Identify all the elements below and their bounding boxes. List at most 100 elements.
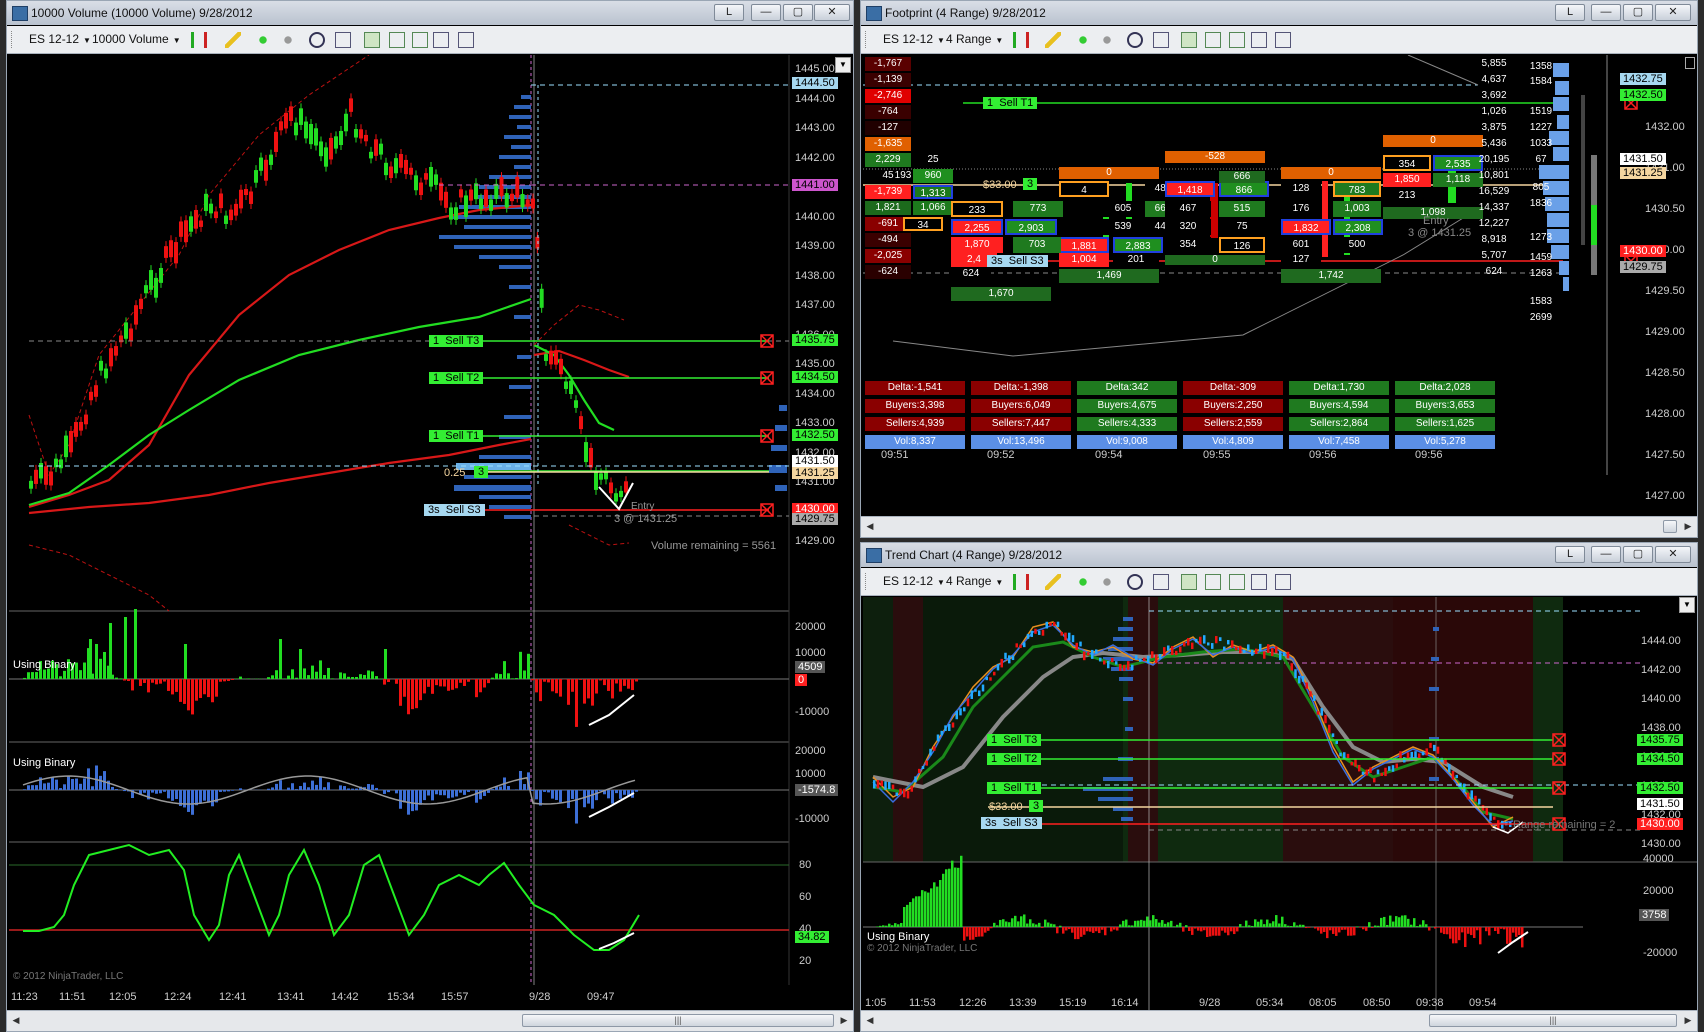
minimize-button[interactable]: —: [751, 4, 781, 21]
indicators-icon[interactable]: [1075, 574, 1091, 590]
scroll-left-icon[interactable]: ◀: [863, 1014, 877, 1027]
trend-panel[interactable]: 1444.001442.001440.001438.001436.001434.…: [863, 597, 1697, 1011]
link-button[interactable]: L: [714, 4, 744, 21]
sell-t3-order[interactable]: 1 Sell T3: [987, 734, 1042, 746]
histogram-bar: [942, 873, 945, 927]
sell-t2-order[interactable]: 1 Sell T2: [429, 372, 484, 384]
screenshot-icon[interactable]: [412, 32, 428, 48]
histogram-bar: [203, 679, 206, 695]
scroll-thumb[interactable]: [1663, 520, 1677, 533]
footprint-cell: 1,066: [913, 201, 953, 215]
horizontal-scrollbar[interactable]: ◀ ▶: [861, 516, 1697, 537]
minimize-button[interactable]: —: [1591, 4, 1621, 21]
scroll-left-icon[interactable]: ◀: [9, 1014, 23, 1027]
sell-t2-order[interactable]: 1 Sell T2: [987, 753, 1042, 765]
properties-icon[interactable]: [1251, 574, 1267, 590]
bar-type-icon[interactable]: [1013, 574, 1029, 590]
drawing-tool-icon[interactable]: [225, 32, 241, 48]
close-button[interactable]: ✕: [1655, 546, 1691, 563]
chart-trader-icon[interactable]: [1181, 574, 1197, 590]
maximize-button[interactable]: ▢: [1623, 4, 1653, 21]
candle: [309, 123, 313, 145]
properties-icon[interactable]: [1251, 32, 1267, 48]
scroll-thumb[interactable]: |||: [522, 1014, 834, 1027]
crosshair-icon[interactable]: [1127, 32, 1143, 48]
position-qty[interactable]: 3: [1029, 800, 1044, 812]
scroll-left-icon[interactable]: ◀: [863, 520, 877, 533]
link-button[interactable]: L: [1555, 546, 1585, 563]
sell-t1-order[interactable]: 1 Sell T1: [987, 782, 1042, 794]
bar-type-icon[interactable]: [191, 32, 207, 48]
data-box-icon[interactable]: [1205, 32, 1221, 48]
crosshair-icon[interactable]: [1127, 574, 1143, 590]
footprint-title-bar[interactable]: Footprint (4 Range) 9/28/2012 L — ▢ ✕: [861, 1, 1697, 25]
instrument-selector[interactable]: ES 12-12 ▼: [29, 32, 91, 46]
zoom-icon[interactable]: [1153, 32, 1169, 48]
scale-dropdown-icon[interactable]: ▼: [1679, 597, 1695, 613]
zoom-icon[interactable]: [335, 32, 351, 48]
scroll-right-icon[interactable]: ▶: [837, 1014, 851, 1027]
period-selector[interactable]: 4 Range ▼: [946, 32, 1003, 46]
zoom-icon[interactable]: [1153, 574, 1169, 590]
candle: [1183, 642, 1186, 647]
candle: [164, 246, 168, 258]
scale-dropdown-icon[interactable]: ▼: [835, 57, 851, 73]
indicators-icon[interactable]: [1075, 32, 1091, 48]
link-button[interactable]: L: [1555, 4, 1585, 21]
footprint-panel[interactable]: -1,767 -1,139 -2,746 -764 -127 -1,635 2,229 25 4…: [863, 55, 1697, 517]
instrument-selector[interactable]: ES 12-12 ▼: [883, 32, 945, 46]
trend-title-bar[interactable]: Trend Chart (4 Range) 9/28/2012 L — ▢ ✕: [861, 543, 1697, 567]
position-qty[interactable]: 3: [1023, 178, 1038, 190]
drawing-tool-icon[interactable]: [1045, 574, 1061, 590]
sell-s3-order[interactable]: 3s Sell S3: [424, 504, 485, 516]
period-selector[interactable]: 10000 Volume ▼: [92, 32, 181, 46]
indicators-icon[interactable]: [255, 32, 271, 48]
scroll-right-icon[interactable]: ▶: [1681, 1014, 1695, 1027]
screenshot-icon[interactable]: [1229, 574, 1245, 590]
position-qty[interactable]: 3: [474, 466, 489, 478]
volume-price-panel[interactable]: 1445.00 1444.00 1443.00 1442.00 1441.00 1440.…: [9, 55, 853, 1011]
sell-s3-order[interactable]: 3s Sell S3: [981, 817, 1042, 829]
template-icon[interactable]: [1275, 32, 1291, 48]
chart-trader-icon[interactable]: [1181, 32, 1197, 48]
period-selector[interactable]: 4 Range ▼: [946, 574, 1003, 588]
scroll-right-icon[interactable]: ▶: [1681, 520, 1695, 533]
chart-trader-icon[interactable]: [364, 32, 380, 48]
sell-t1-order[interactable]: 1 Sell T1: [429, 430, 484, 442]
data-box-icon[interactable]: [1205, 574, 1221, 590]
drawing-tool-icon[interactable]: [1045, 32, 1061, 48]
data-box-icon[interactable]: [389, 32, 405, 48]
histogram-bar: [387, 790, 390, 793]
strategies-icon[interactable]: [1099, 574, 1115, 590]
histogram-bar: [924, 891, 927, 927]
maximize-button[interactable]: ▢: [1623, 546, 1653, 563]
sell-t1-order[interactable]: 1 Sell T1: [983, 97, 1038, 109]
horizontal-scrollbar[interactable]: ◀ ||| ▶: [861, 1010, 1697, 1031]
toolbar-grip[interactable]: [865, 573, 869, 590]
strategies-icon[interactable]: [280, 32, 296, 48]
close-button[interactable]: ✕: [814, 4, 850, 21]
toolbar-grip[interactable]: [11, 31, 15, 48]
close-button[interactable]: ✕: [1655, 4, 1691, 21]
minimize-button[interactable]: —: [1591, 546, 1621, 563]
instrument-selector[interactable]: ES 12-12 ▼: [883, 574, 945, 588]
ind2-tick: 20000: [795, 745, 826, 757]
template-icon[interactable]: [458, 32, 474, 48]
footprint-cell: 320: [1165, 219, 1211, 235]
toolbar-grip[interactable]: [865, 31, 869, 48]
properties-icon[interactable]: [433, 32, 449, 48]
bar-type-icon[interactable]: [1013, 32, 1029, 48]
volume-title-bar[interactable]: 10000 Volume (10000 Volume) 9/28/2012 L …: [7, 1, 853, 25]
sell-t3-order[interactable]: 1 Sell T3: [429, 335, 484, 347]
strategies-icon[interactable]: [1099, 32, 1115, 48]
crosshair-icon[interactable]: [309, 32, 325, 48]
template-icon[interactable]: [1275, 574, 1291, 590]
scale-dropdown-icon[interactable]: [1685, 57, 1695, 69]
horizontal-scrollbar[interactable]: ◀ ||| ▶: [7, 1010, 853, 1031]
maximize-button[interactable]: ▢: [783, 4, 813, 21]
histogram-bar: [134, 609, 137, 679]
candle: [1071, 635, 1075, 643]
screenshot-icon[interactable]: [1229, 32, 1245, 48]
sell-s3-order[interactable]: 3s Sell S3: [987, 255, 1048, 267]
scroll-thumb[interactable]: |||: [1429, 1014, 1677, 1027]
